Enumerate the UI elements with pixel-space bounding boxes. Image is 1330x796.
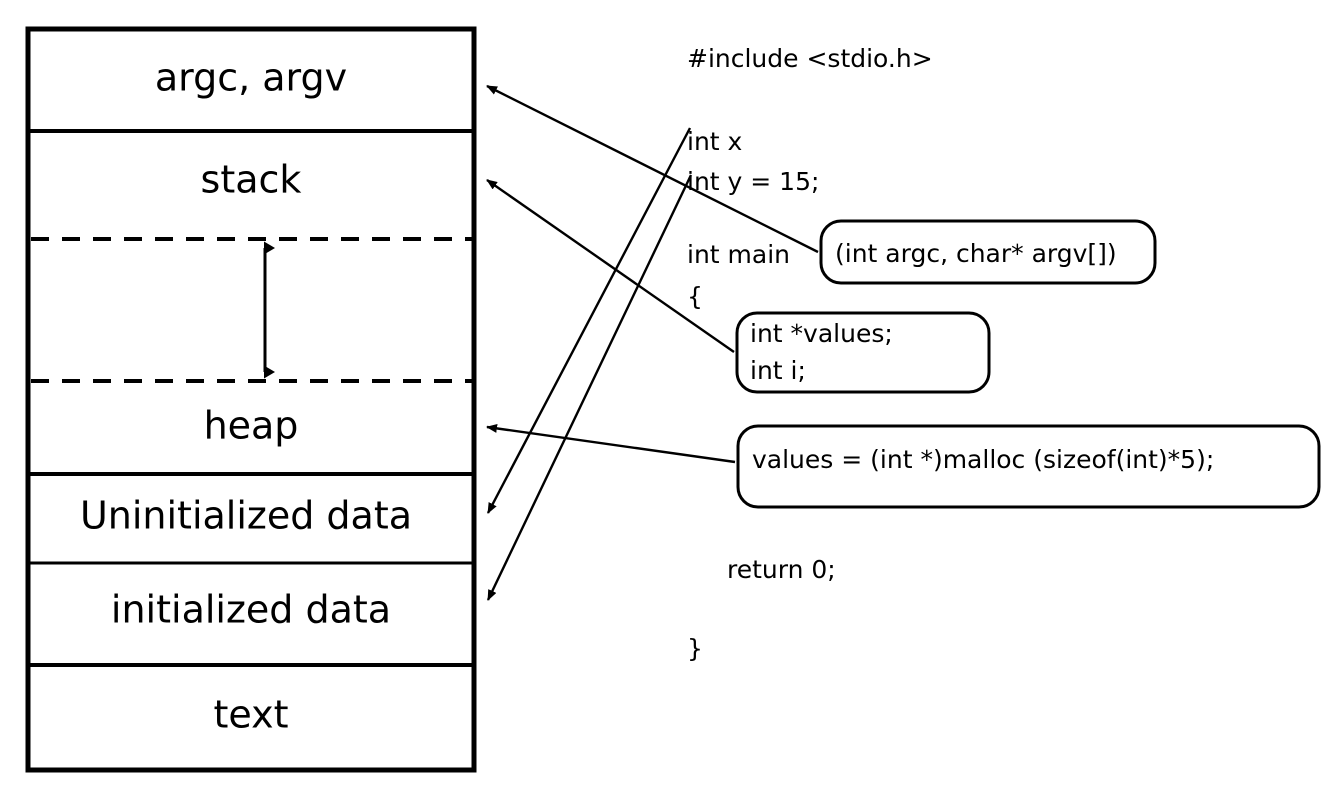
segment-label-stack: stack <box>201 158 302 202</box>
callout-main-params-line-1: (int argc, char* argv[]) <box>835 239 1117 268</box>
code-line-open-brace: { <box>687 282 703 311</box>
segment-label-initialized-data: initialized data <box>111 588 391 632</box>
connector-y-to-initialized-data <box>486 174 693 601</box>
callout-locals-line-1: int *values; <box>750 319 893 348</box>
segment-label-uninitialized-data: Uninitialized data <box>80 494 412 538</box>
memory-segments-group: argc, argv stack heap Uninitialized data… <box>25 26 477 773</box>
callout-malloc-line-1: values = (int *)malloc (sizeof(int)*5); <box>752 445 1214 474</box>
code-line-decl-y: int y = 15; <box>687 167 819 196</box>
callout-locals: int *values; int i; <box>735 311 991 394</box>
segment-label-heap: heap <box>204 404 299 448</box>
callout-main-params: (int argc, char* argv[]) <box>819 219 1157 285</box>
memory-layout-diagram: argc, argv stack heap Uninitialized data… <box>25 26 1321 773</box>
code-line-return: return 0; <box>727 555 836 584</box>
segment-label-argc-argv: argc, argv <box>155 56 347 100</box>
memory-frame <box>25 26 477 773</box>
callout-locals-line-2: int i; <box>750 356 806 385</box>
callout-malloc: values = (int *)malloc (sizeof(int)*5); <box>736 424 1321 509</box>
code-line-decl-x: int x <box>687 127 742 156</box>
connector-x-to-uninitialized-data <box>486 127 692 514</box>
segment-label-text: text <box>214 693 289 737</box>
code-line-include: #include <stdio.h> <box>687 44 933 73</box>
code-line-close-brace: } <box>687 634 703 663</box>
diagram-canvas: argc, argv stack heap Uninitialized data… <box>0 0 1330 796</box>
callouts-group: (int argc, char* argv[]) int *values; in… <box>735 219 1321 509</box>
code-line-main-signature: int main <box>687 240 790 269</box>
